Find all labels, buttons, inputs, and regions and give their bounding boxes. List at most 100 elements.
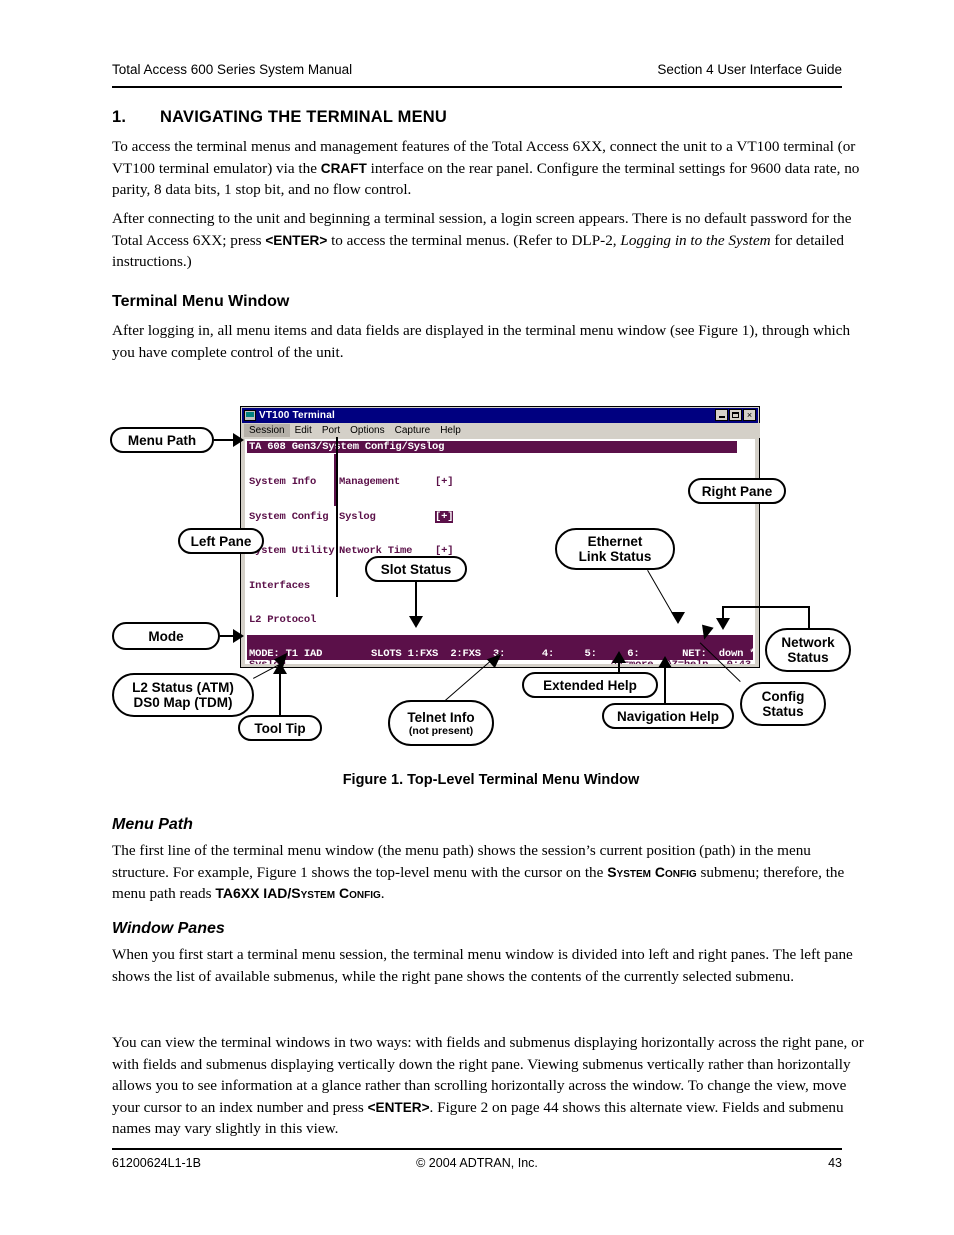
expand-marker: [+] bbox=[435, 476, 454, 488]
arrow-mode bbox=[233, 629, 244, 643]
callout-mode-label: Mode bbox=[148, 628, 184, 644]
terminal-menu-window-heading: Terminal Menu Window bbox=[112, 293, 290, 310]
menu-options[interactable]: Options bbox=[345, 424, 389, 437]
leader-network-status-v2 bbox=[808, 606, 810, 630]
callout-ethernet-link-line1: Ethernet bbox=[587, 534, 643, 549]
intro-p2-b: to access the terminal menus. (Refer to … bbox=[327, 231, 621, 249]
callout-network-status: Network Status bbox=[765, 628, 851, 672]
running-head-left: Total Access 600 Series System Manual bbox=[112, 62, 353, 77]
callout-mode: Mode bbox=[112, 622, 220, 650]
left-pane-item[interactable]: L2 Protocol bbox=[249, 614, 334, 627]
system-config-smallcaps: System Config bbox=[607, 863, 697, 880]
callout-navigation-help: Navigation Help bbox=[602, 703, 734, 729]
menu-path-value: TA6XX IAD/System Config bbox=[215, 885, 381, 901]
callout-telnet-info-sub: (not present) bbox=[408, 724, 474, 737]
left-pane: System Info System Config System Utility… bbox=[249, 454, 335, 664]
menu-edit[interactable]: Edit bbox=[290, 424, 317, 437]
callout-extended-help-label: Extended Help bbox=[543, 677, 637, 693]
arrow-navigation-help bbox=[658, 656, 672, 668]
callout-menu-path: Menu Path bbox=[110, 427, 214, 453]
arrow-tool-tip bbox=[273, 662, 287, 674]
callout-tool-tip-label: Tool Tip bbox=[254, 720, 306, 736]
figure-caption: Figure 1. Top-Level Terminal Menu Window bbox=[342, 772, 640, 788]
callout-left-pane: Left Pane bbox=[178, 528, 264, 554]
callout-telnet-info: Telnet Info (not present) bbox=[388, 700, 494, 746]
arrow-network-status bbox=[716, 618, 730, 630]
section-heading: 1. NAVIGATING THE TERMINAL MENU bbox=[112, 108, 872, 127]
callout-right-pane: Right Pane bbox=[688, 478, 786, 504]
expand-marker-selected: [+] bbox=[435, 510, 454, 523]
window-controls: × bbox=[715, 409, 756, 421]
running-head-right: Section 4 User Interface Guide bbox=[657, 62, 842, 77]
menu-path-text-c: . bbox=[380, 885, 385, 902]
section-title: NAVIGATING THE TERMINAL MENU bbox=[160, 108, 448, 126]
footer-copyright: © 2004 ADTRAN, Inc. bbox=[416, 1156, 538, 1170]
leader-network-status-h bbox=[722, 606, 810, 608]
window-title-bar: VT100 Terminal × bbox=[242, 408, 758, 423]
vt100-terminal-window: VT100 Terminal × Session Edit Port Optio… bbox=[240, 406, 760, 668]
callout-left-pane-label: Left Pane bbox=[190, 533, 252, 549]
leader-slot-status bbox=[415, 582, 417, 619]
close-icon[interactable]: × bbox=[743, 409, 756, 421]
callout-ethernet-link-status: Ethernet Link Status bbox=[555, 528, 675, 570]
callout-slot-status: Slot Status bbox=[365, 556, 467, 582]
menu-help[interactable]: Help bbox=[435, 424, 466, 437]
footer-rule bbox=[112, 1148, 842, 1150]
dlp-reference-title: Logging in to the System bbox=[620, 231, 771, 249]
terminal-icon bbox=[244, 410, 256, 421]
intro-paragraph-2: After connecting to the unit and beginni… bbox=[112, 208, 870, 273]
menu-session[interactable]: Session bbox=[244, 424, 290, 437]
callout-right-pane-label: Right Pane bbox=[701, 483, 773, 499]
window-menu-bar: Session Edit Port Options Capture Help bbox=[242, 423, 760, 438]
left-pane-item[interactable]: Interfaces bbox=[249, 580, 334, 593]
leader-tool-tip bbox=[279, 672, 281, 716]
callout-navigation-help-label: Navigation Help bbox=[616, 708, 719, 724]
section-number: 1. bbox=[112, 108, 127, 126]
callout-config-status-line1: Config bbox=[761, 689, 805, 704]
callout-network-status-line1: Network bbox=[781, 635, 835, 650]
menu-capture[interactable]: Capture bbox=[390, 424, 436, 437]
window-panes-paragraph-2: You can view the terminal windows in two… bbox=[112, 1032, 870, 1140]
callout-ethernet-link-line2: Link Status bbox=[578, 549, 652, 564]
callout-config-status: Config Status bbox=[740, 682, 826, 726]
terminal-screen: TA 608 Gen3/System Config/Syslog System … bbox=[245, 439, 755, 664]
minimize-icon[interactable] bbox=[715, 409, 728, 421]
callout-l2-ds0-status: L2 Status (ATM) DS0 Map (TDM) bbox=[112, 673, 254, 717]
navigation-help-text: ^A=more ^Z=help 0:43 bbox=[611, 659, 752, 664]
page-number: 43 bbox=[828, 1156, 842, 1170]
menu-path-heading: Menu Path bbox=[112, 816, 193, 833]
menu-path-line: TA 608 Gen3/System Config/Syslog bbox=[247, 441, 737, 453]
callout-config-status-line2: Status bbox=[762, 704, 804, 719]
window-panes-heading: Window Panes bbox=[112, 920, 225, 937]
callout-telnet-info-label: Telnet Info bbox=[407, 709, 475, 725]
arrow-extended-help bbox=[612, 651, 626, 663]
leader-right-pane-vertical bbox=[336, 437, 338, 597]
left-pane-item[interactable]: System Config bbox=[249, 511, 334, 524]
left-pane-item[interactable]: System Info bbox=[249, 476, 334, 489]
maximize-icon[interactable] bbox=[729, 409, 742, 421]
document-page: Total Access 600 Series System Manual Se… bbox=[0, 0, 954, 1235]
craft-keyword: CRAFT bbox=[320, 160, 367, 176]
intro-paragraph-1: To access the terminal menus and managem… bbox=[112, 136, 870, 201]
callout-menu-path-label: Menu Path bbox=[127, 432, 197, 448]
enter-key-label: <ENTER> bbox=[265, 232, 328, 248]
figure-1: VT100 Terminal × Session Edit Port Optio… bbox=[0, 390, 954, 770]
callout-extended-help: Extended Help bbox=[522, 672, 658, 698]
callout-network-status-line2: Status bbox=[787, 650, 829, 665]
terminal-menu-window-paragraph: After logging in, all menu items and dat… bbox=[112, 322, 851, 361]
callout-slot-status-label: Slot Status bbox=[380, 561, 452, 577]
window-title: VT100 Terminal bbox=[259, 410, 335, 421]
menu-path-paragraph: The first line of the terminal menu wind… bbox=[112, 840, 870, 905]
arrow-ethernet-link bbox=[671, 612, 685, 624]
right-pane-item-syslog[interactable]: Syslog [+] bbox=[339, 510, 454, 524]
window-panes-paragraph-1: When you first start a terminal menu ses… bbox=[112, 946, 853, 985]
menu-port[interactable]: Port bbox=[317, 424, 345, 437]
enter-key-label-2: <ENTER> bbox=[367, 1099, 430, 1115]
running-head: Total Access 600 Series System Manual Se… bbox=[112, 62, 842, 77]
arrow-menu-path bbox=[233, 433, 244, 447]
leader-navigation-help bbox=[664, 666, 666, 704]
arrow-slot-status bbox=[409, 616, 423, 628]
header-rule bbox=[112, 86, 842, 88]
callout-l2-status-line1: L2 Status (ATM) bbox=[132, 680, 234, 695]
right-pane-item-management[interactable]: Management [+] bbox=[339, 476, 454, 489]
